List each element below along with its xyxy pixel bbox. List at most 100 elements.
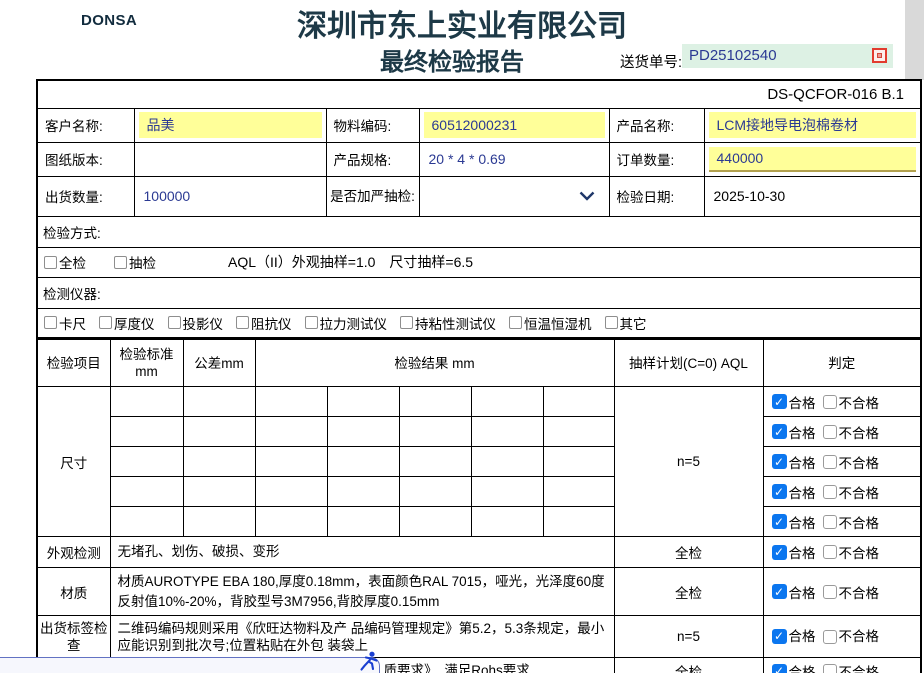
standard-cell[interactable]	[110, 387, 183, 417]
instrument-option: 阻抗仪	[236, 313, 292, 333]
judgement: ✓合格不合格	[764, 628, 921, 645]
instrument-checkbox[interactable]	[305, 316, 318, 329]
tightened-inspection-select[interactable]	[419, 176, 609, 216]
pass-label: 合格	[789, 452, 816, 472]
result-cell[interactable]	[327, 447, 399, 477]
appearance-criteria: 无堵孔、划伤、破损、变形	[110, 537, 614, 568]
instrument-option: 持粘性测试仪	[400, 313, 496, 333]
result-cell[interactable]	[327, 417, 399, 447]
fail-checkbox[interactable]	[823, 664, 837, 673]
instrument-option: 投影仪	[168, 313, 224, 333]
fail-checkbox[interactable]	[823, 425, 837, 439]
full-inspection-checkbox[interactable]	[44, 256, 57, 269]
pass-checkbox-checked[interactable]: ✓	[772, 484, 787, 499]
pass-checkbox-checked[interactable]: ✓	[772, 394, 787, 409]
result-cell[interactable]	[471, 447, 543, 477]
pass-checkbox-checked[interactable]: ✓	[772, 545, 787, 560]
standard-cell[interactable]	[110, 417, 183, 447]
result-cell[interactable]	[471, 507, 543, 537]
pass-label: 合格	[789, 542, 816, 562]
result-cell[interactable]	[543, 447, 614, 477]
col-header-plan: 抽样计划(C=0) AQL	[614, 340, 763, 387]
plan-appearance: 全检	[614, 537, 763, 568]
material-code-field[interactable]: 60512000231	[424, 112, 605, 138]
instrument-option: 厚度仪	[99, 313, 155, 333]
fail-checkbox[interactable]	[823, 630, 837, 644]
ship-qty-label: 出货数量:	[37, 176, 134, 216]
plan-rohs: 全检	[614, 658, 763, 673]
delivery-no-field[interactable]: PD25102540	[682, 44, 893, 68]
result-cell[interactable]	[327, 477, 399, 507]
result-cell[interactable]	[255, 387, 327, 417]
fail-checkbox[interactable]	[823, 585, 837, 599]
material-criteria: 材质AUROTYPE EBA 180,厚度0.18mm，表面颜色RAL 7015…	[110, 568, 614, 616]
tolerance-cell[interactable]	[183, 387, 255, 417]
plan-dimension: n=5	[614, 387, 763, 537]
instrument-checkbox[interactable]	[44, 316, 57, 329]
result-cell[interactable]	[543, 387, 614, 417]
fail-checkbox[interactable]	[823, 395, 837, 409]
standard-cell[interactable]	[110, 507, 183, 537]
result-cell[interactable]	[255, 477, 327, 507]
result-cell[interactable]	[399, 507, 471, 537]
report-table: DS-QCFOR-016 B.1 客户名称: 品美 物料编码: 60512000…	[36, 79, 920, 673]
inspection-method-label: 检验方式:	[37, 216, 921, 247]
instrument-checkbox[interactable]	[236, 316, 249, 329]
pass-checkbox-checked[interactable]: ✓	[772, 454, 787, 469]
tolerance-cell[interactable]	[183, 507, 255, 537]
fail-label: 不合格	[839, 452, 880, 472]
result-cell[interactable]	[255, 507, 327, 537]
instrument-checkbox[interactable]	[400, 316, 413, 329]
result-cell[interactable]	[399, 417, 471, 447]
fail-checkbox[interactable]	[823, 515, 837, 529]
result-cell[interactable]	[399, 447, 471, 477]
pass-checkbox-checked[interactable]: ✓	[772, 584, 787, 599]
instrument-checkbox[interactable]	[509, 316, 522, 329]
result-cell[interactable]	[255, 417, 327, 447]
result-cell[interactable]	[255, 447, 327, 477]
judgement: ✓合格不合格	[764, 661, 921, 673]
instrument-checkbox[interactable]	[99, 316, 112, 329]
order-qty-field[interactable]: 440000	[709, 147, 917, 172]
pass-checkbox-checked[interactable]: ✓	[772, 424, 787, 439]
sampling-inspection-checkbox[interactable]	[114, 256, 127, 269]
tolerance-cell[interactable]	[183, 477, 255, 507]
instrument-option: 恒温恒湿机	[509, 313, 592, 333]
pass-checkbox-checked[interactable]: ✓	[772, 629, 787, 644]
fail-label: 不合格	[839, 628, 880, 645]
instrument-checkbox[interactable]	[605, 316, 618, 329]
tolerance-cell[interactable]	[183, 447, 255, 477]
product-name-field[interactable]: LCM接地导电泡棉卷材	[709, 112, 917, 138]
ship-qty-value[interactable]: 100000	[134, 176, 326, 216]
result-cell[interactable]	[471, 477, 543, 507]
customer-name-field[interactable]: 品美	[139, 112, 322, 138]
drawing-version-field[interactable]	[134, 142, 326, 176]
fail-label: 不合格	[839, 422, 880, 442]
tolerance-cell[interactable]	[183, 417, 255, 447]
result-cell[interactable]	[327, 507, 399, 537]
company-name: 深圳市东上实业有限公司	[0, 1, 924, 45]
instrument-option: 拉力测试仪	[305, 313, 388, 333]
fail-label: 不合格	[839, 542, 880, 562]
result-cell[interactable]	[471, 417, 543, 447]
result-cell[interactable]	[399, 477, 471, 507]
pass-checkbox-checked[interactable]: ✓	[772, 514, 787, 529]
material-code-label: 物料编码:	[326, 108, 419, 142]
fail-checkbox[interactable]	[823, 455, 837, 469]
product-spec-value[interactable]: 20 * 4 * 0.69	[419, 142, 609, 176]
standard-cell[interactable]	[110, 477, 183, 507]
instrument-checkbox[interactable]	[168, 316, 181, 329]
fail-checkbox[interactable]	[823, 485, 837, 499]
result-cell[interactable]	[543, 507, 614, 537]
pass-checkbox-checked[interactable]: ✓	[772, 664, 787, 673]
result-cell[interactable]	[543, 417, 614, 447]
standard-cell[interactable]	[110, 447, 183, 477]
result-cell[interactable]	[327, 387, 399, 417]
vertical-scrollbar-thumb[interactable]	[905, 0, 924, 80]
result-cell[interactable]	[399, 387, 471, 417]
instrument-label: 拉力测试仪	[320, 313, 388, 333]
inspection-date-value[interactable]: 2025-10-30	[704, 176, 921, 216]
result-cell[interactable]	[543, 477, 614, 507]
result-cell[interactable]	[471, 387, 543, 417]
fail-checkbox[interactable]	[823, 545, 837, 559]
